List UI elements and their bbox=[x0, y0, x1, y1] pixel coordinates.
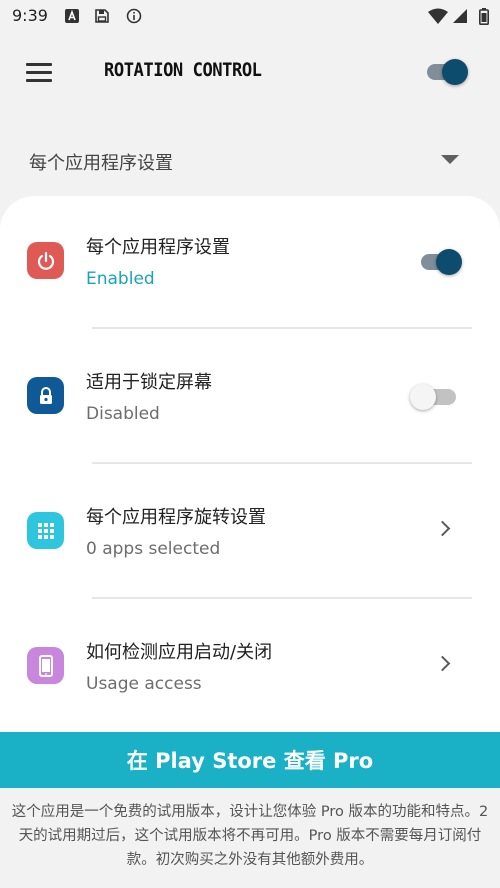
setting-status: 0 apps selected bbox=[86, 539, 221, 559]
dropdown-arrow-icon[interactable] bbox=[441, 155, 459, 164]
setting-title: 每个应用程序旋转设置 bbox=[86, 507, 266, 528]
lock-screen-toggle[interactable] bbox=[410, 381, 456, 411]
setting-row-lock-screen[interactable]: 适用于锁定屏幕 Disabled bbox=[0, 331, 500, 447]
chevron-right-icon[interactable] bbox=[434, 520, 451, 537]
signal-icon bbox=[452, 8, 468, 24]
setting-row-per-app[interactable]: 每个应用程序设置 Enabled bbox=[0, 196, 500, 312]
setting-status: Enabled bbox=[86, 269, 155, 289]
battery-icon bbox=[478, 7, 490, 25]
setting-title: 适用于锁定屏幕 bbox=[86, 372, 212, 393]
wifi-icon bbox=[428, 8, 448, 24]
divider bbox=[92, 597, 472, 599]
setting-title: 每个应用程序设置 bbox=[86, 237, 230, 258]
settings-card: 每个应用程序设置 Enabled 适用于锁定屏幕 Disabled 每个应用程序… bbox=[0, 196, 500, 756]
power-icon bbox=[27, 242, 64, 279]
setting-title: 如何检测应用启动/关闭 bbox=[86, 642, 273, 663]
per-app-toggle[interactable] bbox=[418, 246, 464, 276]
apps-grid-icon bbox=[27, 512, 64, 549]
status-bar: 9:39 bbox=[0, 0, 500, 34]
app-title: ROTATION CONTROL bbox=[104, 59, 262, 81]
hamburger-menu-icon[interactable] bbox=[22, 58, 56, 86]
view-pro-button[interactable]: 在 Play Store 查看 Pro bbox=[0, 732, 500, 788]
setting-status: Disabled bbox=[86, 404, 160, 424]
status-time: 9:39 bbox=[12, 6, 48, 25]
divider bbox=[92, 462, 472, 464]
section-title: 每个应用程序设置 bbox=[29, 153, 173, 174]
app-bar: ROTATION CONTROL bbox=[0, 40, 500, 104]
trial-notice: 这个应用是一个免费的试用版本，设计让您体验 Pro 版本的功能和特点。2天的试用… bbox=[11, 804, 489, 868]
setting-row-detect-launch[interactable]: 如何检测应用启动/关闭 Usage access bbox=[0, 601, 500, 717]
divider bbox=[92, 327, 472, 329]
info-icon bbox=[126, 8, 142, 24]
chevron-right-icon[interactable] bbox=[434, 655, 451, 672]
master-toggle[interactable] bbox=[424, 56, 470, 86]
font-a-icon bbox=[64, 8, 80, 24]
setting-row-rotation-per-app[interactable]: 每个应用程序旋转设置 0 apps selected bbox=[0, 466, 500, 582]
save-icon bbox=[94, 8, 110, 24]
section-header[interactable]: 每个应用程序设置 bbox=[0, 130, 500, 190]
setting-status: Usage access bbox=[86, 674, 202, 694]
phone-icon bbox=[27, 647, 64, 684]
lock-icon bbox=[27, 377, 64, 414]
